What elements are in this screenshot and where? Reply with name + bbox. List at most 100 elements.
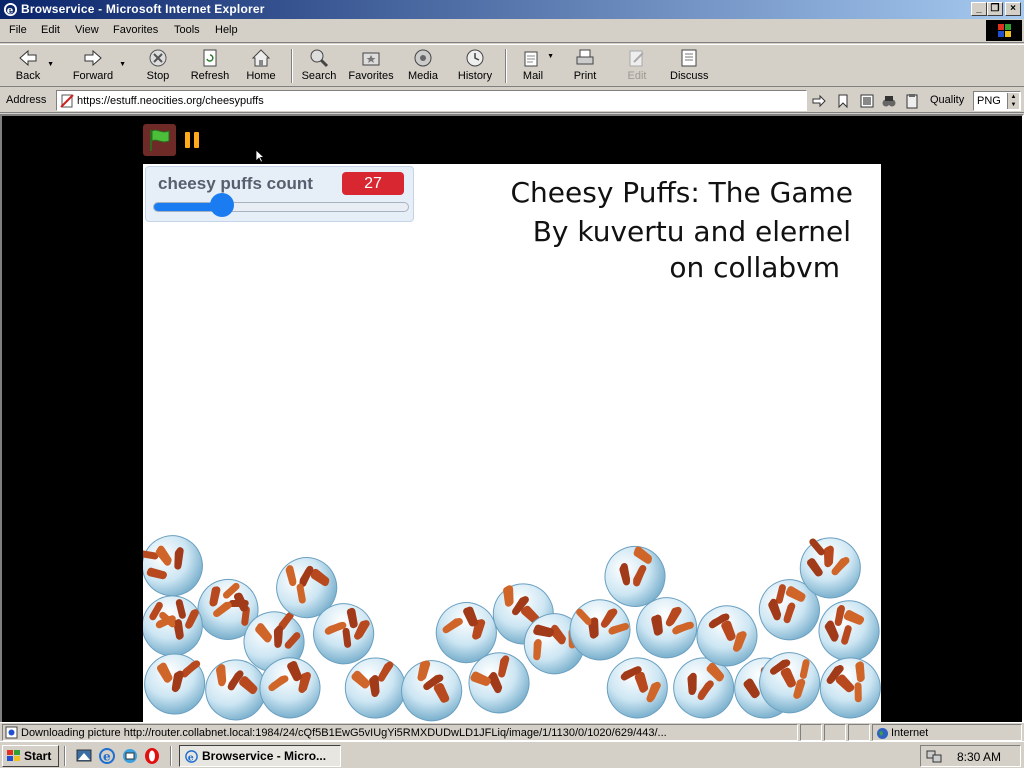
mail-button[interactable]: Mail ▼ <box>518 47 554 85</box>
status-secure-panel <box>824 724 846 741</box>
stop-label: Stop <box>146 70 170 82</box>
favorites-label: Favorites <box>348 70 394 82</box>
quality-spinner[interactable]: PNG ▲ ▼ <box>973 91 1021 111</box>
windows-logo-icon <box>986 20 1022 41</box>
print-label: Print <box>573 70 597 82</box>
printer-icon <box>576 49 594 65</box>
cheesy-puffs-pile <box>143 535 881 722</box>
menu-help[interactable]: Help <box>215 24 238 36</box>
menu-file[interactable]: File <box>9 24 27 36</box>
cheesy-puffs-bowl <box>143 595 203 657</box>
window-title: Browservice - Microsoft Internet Explore… <box>21 2 265 16</box>
start-label: Start <box>24 749 52 763</box>
media-label: Media <box>408 70 438 82</box>
internet-globe-icon <box>877 728 888 739</box>
svg-text:e: e <box>7 4 14 16</box>
forward-dropdown-icon[interactable]: ▼ <box>119 61 126 68</box>
edit-button[interactable]: Edit <box>624 47 650 85</box>
home-icon <box>251 49 271 67</box>
search-label: Search <box>301 70 337 82</box>
menu-bar: File Edit View Favorites Tools Help <box>0 19 1024 43</box>
url-input[interactable] <box>77 93 797 108</box>
address-label: Address <box>6 94 47 106</box>
page-loading-icon <box>5 726 18 739</box>
ie-window-icon: e <box>185 750 198 763</box>
favorites-button[interactable]: Favorites <box>347 47 395 85</box>
outlook-express-icon[interactable] <box>121 747 139 765</box>
show-desktop-icon[interactable] <box>75 747 93 765</box>
green-flag-icon <box>150 129 170 151</box>
standard-toolbar: Back ▼ Forward ▼ Stop Refresh Home Searc… <box>0 44 1024 87</box>
cheesy-puffs-bowl <box>143 535 203 597</box>
close-button[interactable]: × <box>1005 2 1021 16</box>
status-message: Downloading picture http://router.collab… <box>21 727 667 739</box>
home-button[interactable]: Home <box>245 47 277 85</box>
find-binoculars-icon[interactable] <box>881 93 897 109</box>
home-label: Home <box>246 70 276 82</box>
windows-start-icon <box>7 750 20 761</box>
start-button[interactable]: Start <box>2 745 59 767</box>
minimize-button[interactable]: _ <box>971 2 987 16</box>
network-connection-icon[interactable] <box>926 748 942 764</box>
status-zone-panel: Internet <box>872 724 1022 741</box>
back-dropdown-icon[interactable]: ▼ <box>47 61 54 68</box>
discuss-icon <box>681 49 697 67</box>
address-bar: Address Quality PNG ▲▼ <box>0 88 1024 113</box>
back-label: Back <box>15 70 41 82</box>
taskbar: Start e e Browservice - Micro... 8:30 AM <box>0 741 1024 768</box>
forward-label: Forward <box>72 70 114 82</box>
status-zone: Internet <box>891 727 929 739</box>
clipboard-icon[interactable] <box>904 93 920 109</box>
restore-button[interactable]: ❐ <box>987 2 1003 16</box>
menu-tools[interactable]: Tools <box>174 24 200 36</box>
title-bar[interactable]: e Browservice - Microsoft Internet Explo… <box>0 0 1024 19</box>
history-button[interactable]: History <box>456 47 494 85</box>
cheesy-puffs-bowl <box>401 660 463 722</box>
taskbar-window-label: Browservice - Micro... <box>202 749 327 763</box>
cheesy-puffs-bowl <box>144 653 206 715</box>
system-tray: 8:30 AM <box>920 745 1021 767</box>
menu-edit[interactable]: Edit <box>41 24 60 36</box>
stop-icon <box>149 49 167 67</box>
cheesy-puffs-bowl <box>606 657 668 719</box>
quality-value: PNG <box>977 95 1001 107</box>
go-arrow-icon[interactable] <box>811 93 827 109</box>
clock[interactable]: 8:30 AM <box>957 750 1001 764</box>
refresh-icon <box>203 49 217 67</box>
menu-view[interactable]: View <box>75 24 99 36</box>
refresh-button[interactable]: Refresh <box>189 47 231 85</box>
blocked-page-icon <box>60 94 74 108</box>
bookmark-icon[interactable] <box>835 93 851 109</box>
media-button[interactable]: Media <box>407 47 439 85</box>
toolbar-separator <box>505 49 507 83</box>
mail-dropdown-icon[interactable]: ▼ <box>547 53 554 60</box>
spinner-arrows-icon[interactable]: ▲ ▼ <box>1007 93 1019 109</box>
media-icon <box>414 49 432 67</box>
search-icon <box>310 49 329 68</box>
pause-button[interactable] <box>183 131 201 149</box>
back-button[interactable]: Back ▼ <box>12 47 54 85</box>
refresh-label: Refresh <box>190 70 230 82</box>
internet-explorer-icon[interactable]: e <box>98 747 116 765</box>
status-bar: Downloading picture http://router.collab… <box>0 722 1024 741</box>
address-field[interactable] <box>56 90 807 111</box>
edit-label: Edit <box>627 70 647 82</box>
taskbar-window-button[interactable]: e Browservice - Micro... <box>179 745 341 767</box>
mail-icon <box>524 51 538 67</box>
search-button[interactable]: Search <box>301 47 337 85</box>
status-message-panel: Downloading picture http://router.collab… <box>2 724 798 741</box>
forward-button[interactable]: Forward ▼ <box>70 47 126 85</box>
menu-favorites[interactable]: Favorites <box>113 24 158 36</box>
discuss-button[interactable]: Discuss <box>670 47 709 85</box>
opera-icon[interactable] <box>143 747 161 765</box>
image-view-icon[interactable] <box>859 93 875 109</box>
green-flag-button[interactable] <box>143 124 176 156</box>
stop-button[interactable]: Stop <box>143 47 173 85</box>
game-stage[interactable]: cheesy puffs count 27 Cheesy Puffs: The … <box>143 164 881 722</box>
back-arrow-icon <box>19 49 37 67</box>
print-button[interactable]: Print <box>571 47 599 85</box>
forward-arrow-icon <box>84 49 102 67</box>
browser-content: cheesy puffs count 27 Cheesy Puffs: The … <box>0 114 1024 722</box>
toolbar-separator <box>291 49 293 83</box>
history-icon <box>466 49 484 67</box>
